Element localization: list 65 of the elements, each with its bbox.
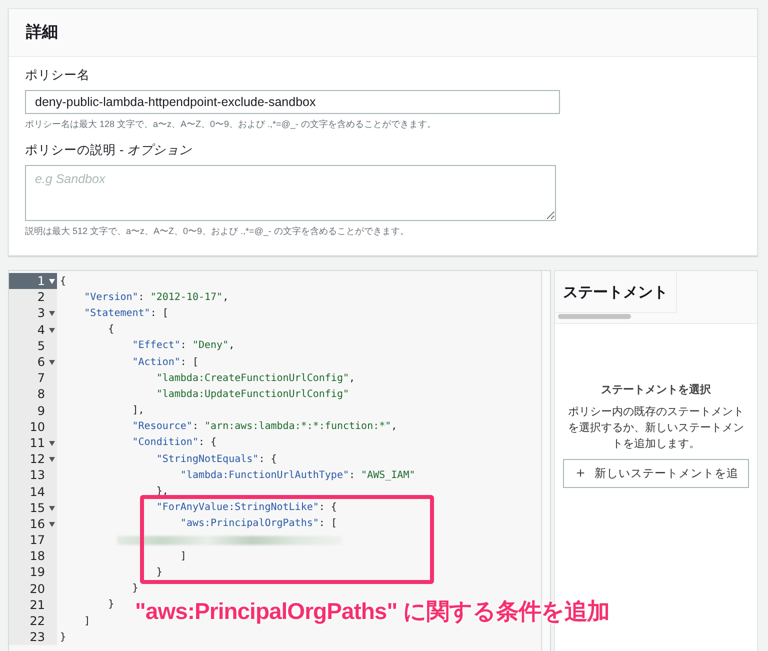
line-number: 16	[30, 516, 45, 531]
code-line: }	[155, 566, 162, 578]
fold-arrow-icon[interactable]	[49, 311, 55, 316]
line-number: 10	[30, 420, 45, 434]
line-number: 23	[30, 630, 45, 644]
add-statement-button[interactable]: ＋ 新しいステートメントを追	[563, 458, 749, 488]
fold-arrow-icon[interactable]	[49, 457, 55, 462]
code-line: ],	[131, 405, 144, 416]
plus-icon: ＋	[574, 464, 588, 482]
code-line: }	[107, 599, 114, 610]
line-number: 17	[30, 533, 45, 548]
code-line: "lambda:CreateFunctionUrlConfig",	[155, 372, 356, 384]
field-hint: ポリシー名は最大 128 文字で、a〜z、A〜Z、0〜9、および .,*=@_- の文字を含めることができます。	[25, 118, 437, 131]
fold-arrow-icon[interactable]	[49, 522, 55, 527]
field-label: ポリシー名	[25, 67, 91, 84]
field-label: ポリシーの説明 - オプション	[25, 142, 194, 159]
fold-arrow-icon[interactable]	[49, 440, 55, 446]
field-hint: 説明は最大 512 文字で、a〜z、A〜Z、0〜9、および .,*=@_- の文字を含めることができます。	[25, 225, 410, 238]
line-number: 2	[37, 290, 45, 304]
line-number: 18	[30, 549, 45, 564]
code-line: "lambda:FunctionUrlAuthType": "AWS_IAM"	[179, 470, 416, 481]
panel-description: ポリシー内の既存のステートメントを選択するか、新しいステートメントを追加します。	[567, 405, 745, 452]
code-line: "aws:PrincipalOrgPaths": [	[179, 518, 337, 530]
code-line: {	[107, 324, 114, 336]
fold-arrow-icon[interactable]	[49, 360, 55, 365]
line-number: 20	[30, 582, 45, 596]
code-line: "Condition": {	[131, 437, 217, 448]
code-line: "Resource": "arn:aws:lambda:*:*:function:*",	[131, 421, 398, 432]
code-line: ]	[179, 550, 186, 562]
line-number: 22	[30, 614, 45, 628]
code-line: "Effect": "Deny",	[131, 340, 235, 352]
code-line: {	[59, 276, 66, 287]
line-number: 19	[30, 565, 45, 580]
line-number: 5	[37, 338, 45, 353]
fold-arrow-icon[interactable]	[49, 328, 55, 333]
section-title: 詳細	[26, 22, 58, 43]
line-number: 7	[37, 371, 45, 386]
line-number: 15	[30, 500, 45, 515]
scrollbar-thumb[interactable]	[558, 314, 631, 319]
code-line: "StringNotEquals": {	[155, 454, 277, 465]
line-number: 12	[30, 452, 45, 466]
line-number: 8	[37, 387, 45, 402]
line-number: 13	[30, 468, 45, 482]
line-number: 14	[30, 484, 45, 499]
code-line: }	[59, 632, 66, 643]
panel-heading: ステートメントを選択	[600, 382, 712, 397]
code-line: }	[131, 583, 138, 594]
statement-tab[interactable]: ステートメント	[555, 271, 677, 313]
line-number: 11	[30, 436, 45, 450]
policy-name-field[interactable]: deny-public-lambda-httpendpoint-exclude-sandbox	[25, 90, 560, 114]
line-number: 21	[30, 598, 45, 612]
line-number: 9	[37, 404, 45, 418]
line-number: 6	[37, 355, 45, 370]
line-number: 1	[37, 274, 45, 288]
code-line: "Version": "2012-10-17",	[83, 292, 229, 303]
fold-arrow-icon[interactable]	[49, 506, 55, 511]
annotation-text: "aws:PrincipalOrgPaths" に関する条件を追加	[135, 597, 610, 626]
code-line: "lambda:UpdateFunctionUrlConfig"	[155, 388, 349, 400]
line-number: 3	[37, 306, 45, 320]
code-line: ]	[83, 616, 90, 627]
line-number: 4	[37, 322, 45, 337]
code-line: "Statement": [	[83, 308, 168, 319]
description-field[interactable]: e.g Sandbox	[25, 165, 556, 221]
code-line: "Action": [	[131, 356, 198, 368]
code-line: "ForAnyValue:StringNotLike": {	[155, 502, 337, 514]
